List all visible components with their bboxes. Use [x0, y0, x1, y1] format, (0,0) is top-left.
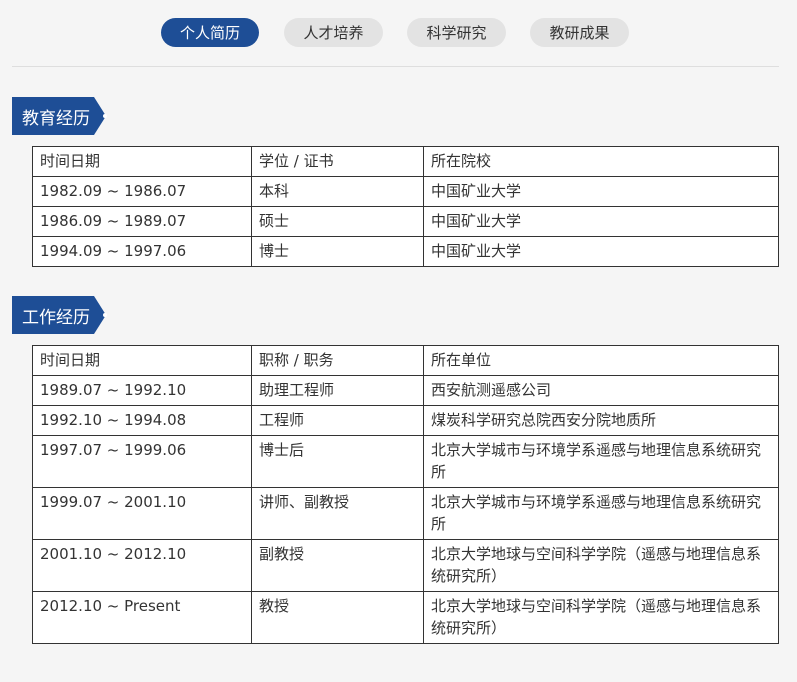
table-cell: 1994.09 ~ 1997.06 — [32, 236, 252, 267]
dot-icon — [103, 313, 107, 317]
table-cell: 助理工程师 — [251, 375, 424, 406]
table-row: 1994.09 ~ 1997.06 博士 中国矿业大学 — [32, 236, 779, 267]
table-row: 1989.07 ~ 1992.10 助理工程师 西安航测遥感公司 — [32, 375, 779, 406]
table-cell: 北京大学城市与环境学系遥感与地理信息系统研究所 — [423, 435, 779, 488]
table-header-cell: 所在院校 — [423, 146, 779, 177]
table-cell: 北京大学地球与空间科学学院（遥感与地理信息系统研究所） — [423, 539, 779, 592]
work-title-label: 工作经历 — [12, 296, 94, 334]
table-cell: 1989.07 ~ 1992.10 — [32, 375, 252, 406]
table-header-cell: 学位 / 证书 — [251, 146, 424, 177]
dot-icon — [103, 114, 107, 118]
table-header-cell: 职称 / 职务 — [251, 345, 424, 376]
table-cell: 中国矿业大学 — [423, 206, 779, 237]
table-cell: 西安航测遥感公司 — [423, 375, 779, 406]
divider — [12, 66, 779, 67]
table-cell: 教授 — [251, 591, 424, 644]
table-row: 1992.10 ~ 1994.08 工程师 煤炭科学研究总院西安分院地质所 — [32, 405, 779, 436]
table-cell: 1997.07 ~ 1999.06 — [32, 435, 252, 488]
tab-talent-training[interactable]: 人才培养 — [284, 18, 383, 47]
table-cell: 1992.10 ~ 1994.08 — [32, 405, 252, 436]
education-section-title: 教育经历 — [12, 97, 107, 135]
table-cell: 1986.09 ~ 1989.07 — [32, 206, 252, 237]
table-cell: 博士后 — [251, 435, 424, 488]
tab-teaching-results[interactable]: 教研成果 — [530, 18, 629, 47]
tab-bar: 个人简历 人才培养 科学研究 教研成果 — [0, 18, 797, 48]
work-section-title: 工作经历 — [12, 296, 107, 334]
tab-resume[interactable]: 个人简历 — [161, 18, 259, 47]
table-cell: 煤炭科学研究总院西安分院地质所 — [423, 405, 779, 436]
table-cell: 博士 — [251, 236, 424, 267]
table-row: 2001.10 ~ 2012.10 副教授 北京大学地球与空间科学学院（遥感与地… — [32, 539, 779, 592]
table-row: 1997.07 ~ 1999.06 博士后 北京大学城市与环境学系遥感与地理信息… — [32, 435, 779, 488]
table-row: 1999.07 ~ 2001.10 讲师、副教授 北京大学城市与环境学系遥感与地… — [32, 487, 779, 540]
education-table: 时间日期 学位 / 证书 所在院校 1982.09 ~ 1986.07 本科 中… — [32, 146, 779, 267]
table-cell: 北京大学城市与环境学系遥感与地理信息系统研究所 — [423, 487, 779, 540]
education-title-label: 教育经历 — [12, 97, 94, 135]
table-header-row: 时间日期 职称 / 职务 所在单位 — [32, 345, 779, 376]
table-cell: 2001.10 ~ 2012.10 — [32, 539, 252, 592]
table-cell: 1982.09 ~ 1986.07 — [32, 176, 252, 207]
table-cell: 硕士 — [251, 206, 424, 237]
table-header-cell: 时间日期 — [32, 345, 252, 376]
tab-scientific-research[interactable]: 科学研究 — [407, 18, 506, 47]
table-cell: 1999.07 ~ 2001.10 — [32, 487, 252, 540]
table-cell: 2012.10 ~ Present — [32, 591, 252, 644]
table-row: 2012.10 ~ Present 教授 北京大学地球与空间科学学院（遥感与地理… — [32, 591, 779, 644]
table-cell: 副教授 — [251, 539, 424, 592]
table-header-cell: 所在单位 — [423, 345, 779, 376]
table-row: 1982.09 ~ 1986.07 本科 中国矿业大学 — [32, 176, 779, 207]
table-cell: 中国矿业大学 — [423, 236, 779, 267]
table-cell: 本科 — [251, 176, 424, 207]
table-cell: 北京大学地球与空间科学学院（遥感与地理信息系统研究所） — [423, 591, 779, 644]
table-cell: 工程师 — [251, 405, 424, 436]
table-cell: 中国矿业大学 — [423, 176, 779, 207]
work-table: 时间日期 职称 / 职务 所在单位 1989.07 ~ 1992.10 助理工程… — [32, 345, 779, 644]
table-header-row: 时间日期 学位 / 证书 所在院校 — [32, 146, 779, 177]
table-cell: 讲师、副教授 — [251, 487, 424, 540]
table-row: 1986.09 ~ 1989.07 硕士 中国矿业大学 — [32, 206, 779, 237]
table-header-cell: 时间日期 — [32, 146, 252, 177]
